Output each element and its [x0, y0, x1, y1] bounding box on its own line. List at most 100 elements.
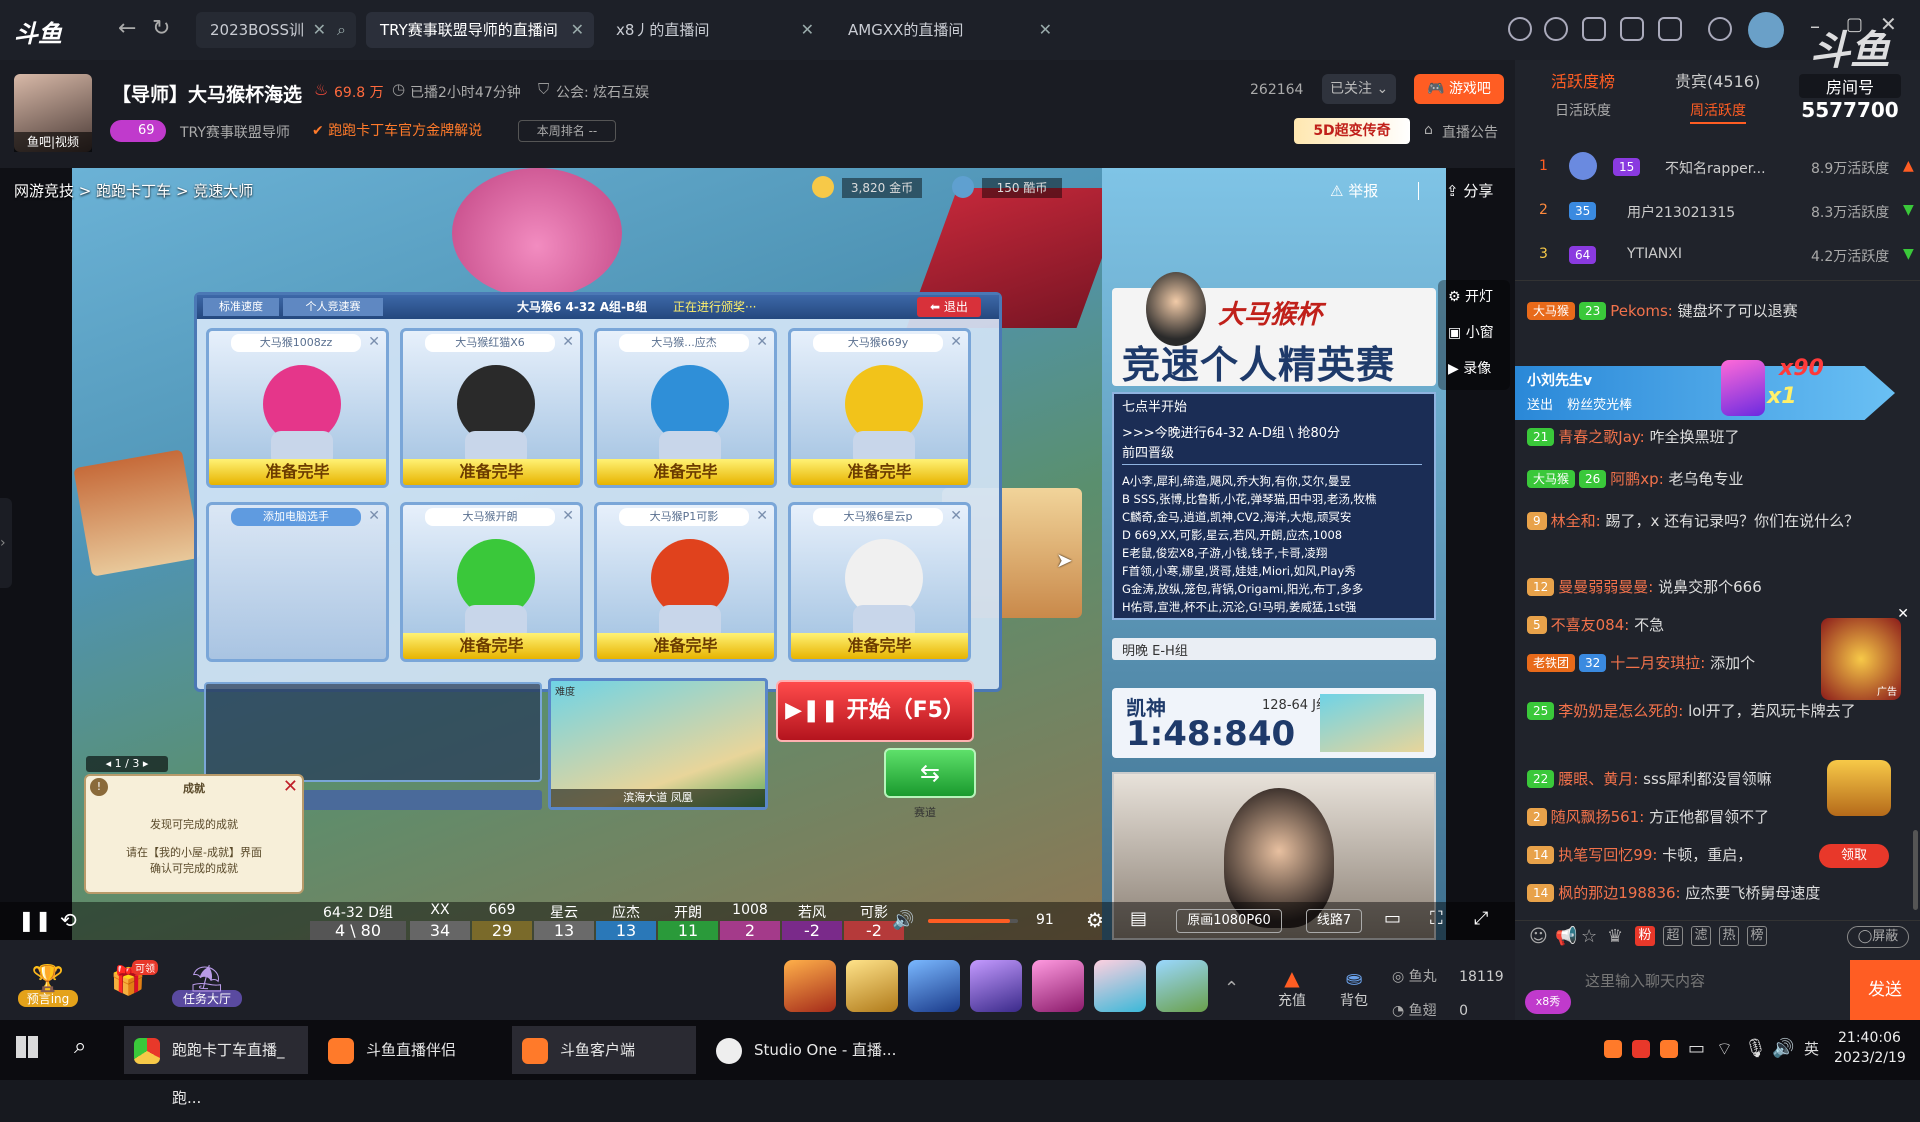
- tab-try[interactable]: TRY赛事联盟导师的直播间 ✕: [366, 12, 594, 48]
- wifi-icon[interactable]: ⌔: [1716, 1038, 1733, 1061]
- gift-item-3[interactable]: [908, 960, 960, 1012]
- star-icon[interactable]: ☆: [1581, 926, 1597, 947]
- subtab-weekly[interactable]: 周活跃度: [1690, 100, 1746, 120]
- close-icon[interactable]: ✕: [368, 334, 380, 350]
- network-icon[interactable]: ▭: [1688, 1038, 1705, 1059]
- rank-row-2[interactable]: 2 35 用户213021315 8.3万活跃度 ▼: [1515, 190, 1920, 234]
- add-ai-player-button[interactable]: 添加电脑选手: [231, 508, 361, 526]
- close-icon[interactable]: ✕: [1039, 12, 1052, 48]
- video-player[interactable]: › 3,820 金币 150 酷币 标准速度 个人竞速赛 大马猴6 4-32 A…: [0, 168, 1515, 940]
- close-icon[interactable]: ✕: [283, 776, 298, 797]
- settings-icon[interactable]: [1708, 17, 1732, 41]
- emoji-icon[interactable]: ☺: [1529, 926, 1548, 947]
- chat-username[interactable]: 执笔写回忆99:: [1558, 846, 1657, 864]
- clock-date[interactable]: 2023/2/19: [1834, 1050, 1906, 1066]
- calendar-icon[interactable]: [1582, 17, 1606, 41]
- shirt-icon[interactable]: [1620, 17, 1644, 41]
- tab-boss[interactable]: 2023BOSS训 ✕ ⌕: [196, 12, 356, 48]
- chat-username[interactable]: 随风飘扬561:: [1551, 808, 1645, 826]
- chat-username[interactable]: 十二月安琪拉:: [1610, 654, 1705, 672]
- microphone-icon[interactable]: 🎙: [1744, 1038, 1767, 1059]
- lane-button[interactable]: ⇆: [884, 748, 976, 798]
- chat-message[interactable]: 9 林全和: 踢了，x 还有记录吗？你们在说什么？: [1527, 510, 1877, 532]
- taskbar-app-client[interactable]: 斗鱼客户端: [512, 1026, 696, 1074]
- x8-badge[interactable]: x8秀: [1525, 990, 1571, 1014]
- widescreen-icon[interactable]: ⛶: [1430, 908, 1443, 929]
- gift-box-button[interactable]: 🎁 可领: [98, 960, 158, 1014]
- follow-button[interactable]: 已关注 ⌄: [1322, 74, 1396, 104]
- rank-row-3[interactable]: 3 64 YTIANXI 4.2万活跃度 ▼: [1515, 234, 1920, 278]
- tab-activity-rank[interactable]: 活跃度榜: [1551, 68, 1615, 92]
- subtab-daily[interactable]: 日活跃度: [1555, 100, 1611, 120]
- cup-icon[interactable]: ♛: [1607, 926, 1623, 947]
- speaker-icon[interactable]: 🔊: [1772, 1038, 1794, 1059]
- filter-rank[interactable]: 榜: [1747, 926, 1767, 946]
- breadcrumb-tag[interactable]: 竞速大师: [193, 182, 253, 200]
- breadcrumb-category[interactable]: 网游竞技: [14, 182, 74, 200]
- chevron-up-icon[interactable]: ⌃: [1224, 978, 1239, 999]
- close-icon[interactable]: ✕: [756, 508, 768, 524]
- exit-button[interactable]: ⬅ 退出: [917, 297, 981, 317]
- filter-filter[interactable]: 滤: [1691, 926, 1711, 946]
- back-icon[interactable]: ←: [118, 16, 136, 41]
- close-icon[interactable]: ✕: [368, 508, 380, 524]
- pause-icon[interactable]: ❚❚: [18, 908, 52, 932]
- chat-message[interactable]: 14 枫的那边198836: 应杰要飞桥舅母速度: [1527, 882, 1917, 904]
- gift-item-7[interactable]: [1156, 960, 1208, 1012]
- tray-douyu-icon[interactable]: [1604, 1040, 1622, 1058]
- tab-x8[interactable]: x8丿的直播间 ✕: [602, 12, 824, 48]
- chat-username[interactable]: 青春之歌Jay:: [1558, 428, 1644, 446]
- chat-input[interactable]: 这里输入聊天内容: [1585, 960, 1825, 1020]
- barrage-icon[interactable]: ▤: [1130, 908, 1147, 929]
- history-icon[interactable]: [1508, 17, 1532, 41]
- next-icon[interactable]: ⟲: [60, 908, 77, 932]
- close-icon[interactable]: ✕: [756, 334, 768, 350]
- chat-message[interactable]: 大马猴 26 阿鹏xp: 老乌龟专业: [1527, 468, 1917, 490]
- tab-vip[interactable]: 贵宾(4516): [1675, 68, 1760, 92]
- share-button[interactable]: ⇪ 分享: [1446, 180, 1493, 201]
- close-icon[interactable]: ✕: [801, 12, 814, 48]
- pip-icon[interactable]: ▭: [1384, 908, 1401, 929]
- rank-row-1[interactable]: 1 15 不知名rapper... 8.9万活跃度 ▲: [1515, 146, 1920, 190]
- volume-slider[interactable]: [928, 919, 1018, 923]
- tray-app-icon[interactable]: [1660, 1040, 1678, 1058]
- lights-button[interactable]: ⚙ 开灯: [1448, 286, 1493, 306]
- gift-item-6[interactable]: [1094, 960, 1146, 1012]
- refresh-icon[interactable]: ↻: [152, 16, 170, 41]
- filter-super[interactable]: 超: [1663, 926, 1683, 946]
- gift-item-1[interactable]: [784, 960, 836, 1012]
- close-icon[interactable]: ✕: [562, 334, 574, 350]
- close-icon[interactable]: ✕: [1897, 606, 1909, 622]
- filter-fan[interactable]: 粉: [1635, 926, 1655, 946]
- send-button[interactable]: 发送: [1850, 960, 1920, 1020]
- close-icon[interactable]: ✕: [571, 12, 584, 48]
- backpack-button[interactable]: ⛂ 背包: [1334, 966, 1374, 1010]
- task-hall-button[interactable]: ⛱ 任务大厅: [172, 964, 242, 1014]
- side-expand-handle[interactable]: ›: [0, 498, 12, 588]
- chat-username[interactable]: 阿鹏xp:: [1610, 470, 1663, 488]
- avatar-caption[interactable]: 鱼吧|视频: [14, 132, 92, 152]
- chat-message[interactable]: 21 青春之歌Jay: 咋全换黑班了: [1527, 426, 1917, 448]
- volume-icon[interactable]: 🔊: [892, 910, 914, 931]
- prophecy-button[interactable]: 🏆 预言ing: [18, 964, 78, 1014]
- game-bar-button[interactable]: 🎮 游戏吧: [1414, 74, 1504, 104]
- gift-item-4[interactable]: [970, 960, 1022, 1012]
- chat-message[interactable]: 大马猴 23 Pekoms: 键盘坏了可以退赛: [1527, 300, 1917, 322]
- game-chat-input[interactable]: [302, 790, 542, 810]
- treasure-chest-icon[interactable]: [1827, 760, 1891, 816]
- tray-app-icon[interactable]: [1632, 1040, 1650, 1058]
- player-slot-3[interactable]: 大马猴...应杰 ✕ 准备完毕: [594, 328, 777, 488]
- recharge-button[interactable]: ▲ 充值: [1272, 966, 1312, 1010]
- guild-name[interactable]: 公会: 炫石互娱: [556, 82, 649, 102]
- close-icon[interactable]: ✕: [313, 12, 326, 48]
- taskbar-app-studio[interactable]: Studio One - 直播...: [706, 1026, 906, 1074]
- douyu-logo[interactable]: 斗鱼: [14, 14, 94, 48]
- tab-standard-speed[interactable]: 标准速度: [203, 298, 279, 316]
- megaphone-icon[interactable]: 📢: [1555, 926, 1577, 947]
- heart-icon[interactable]: [1544, 17, 1568, 41]
- streamer-avatar[interactable]: 鱼吧|视频: [14, 74, 92, 152]
- close-icon[interactable]: ✕: [950, 508, 962, 524]
- player-slot-6[interactable]: 大马猴开朗 ✕ 准备完毕: [400, 502, 583, 662]
- search-icon[interactable]: ⌕: [337, 12, 346, 48]
- record-button[interactable]: ▶ 录像: [1448, 358, 1491, 378]
